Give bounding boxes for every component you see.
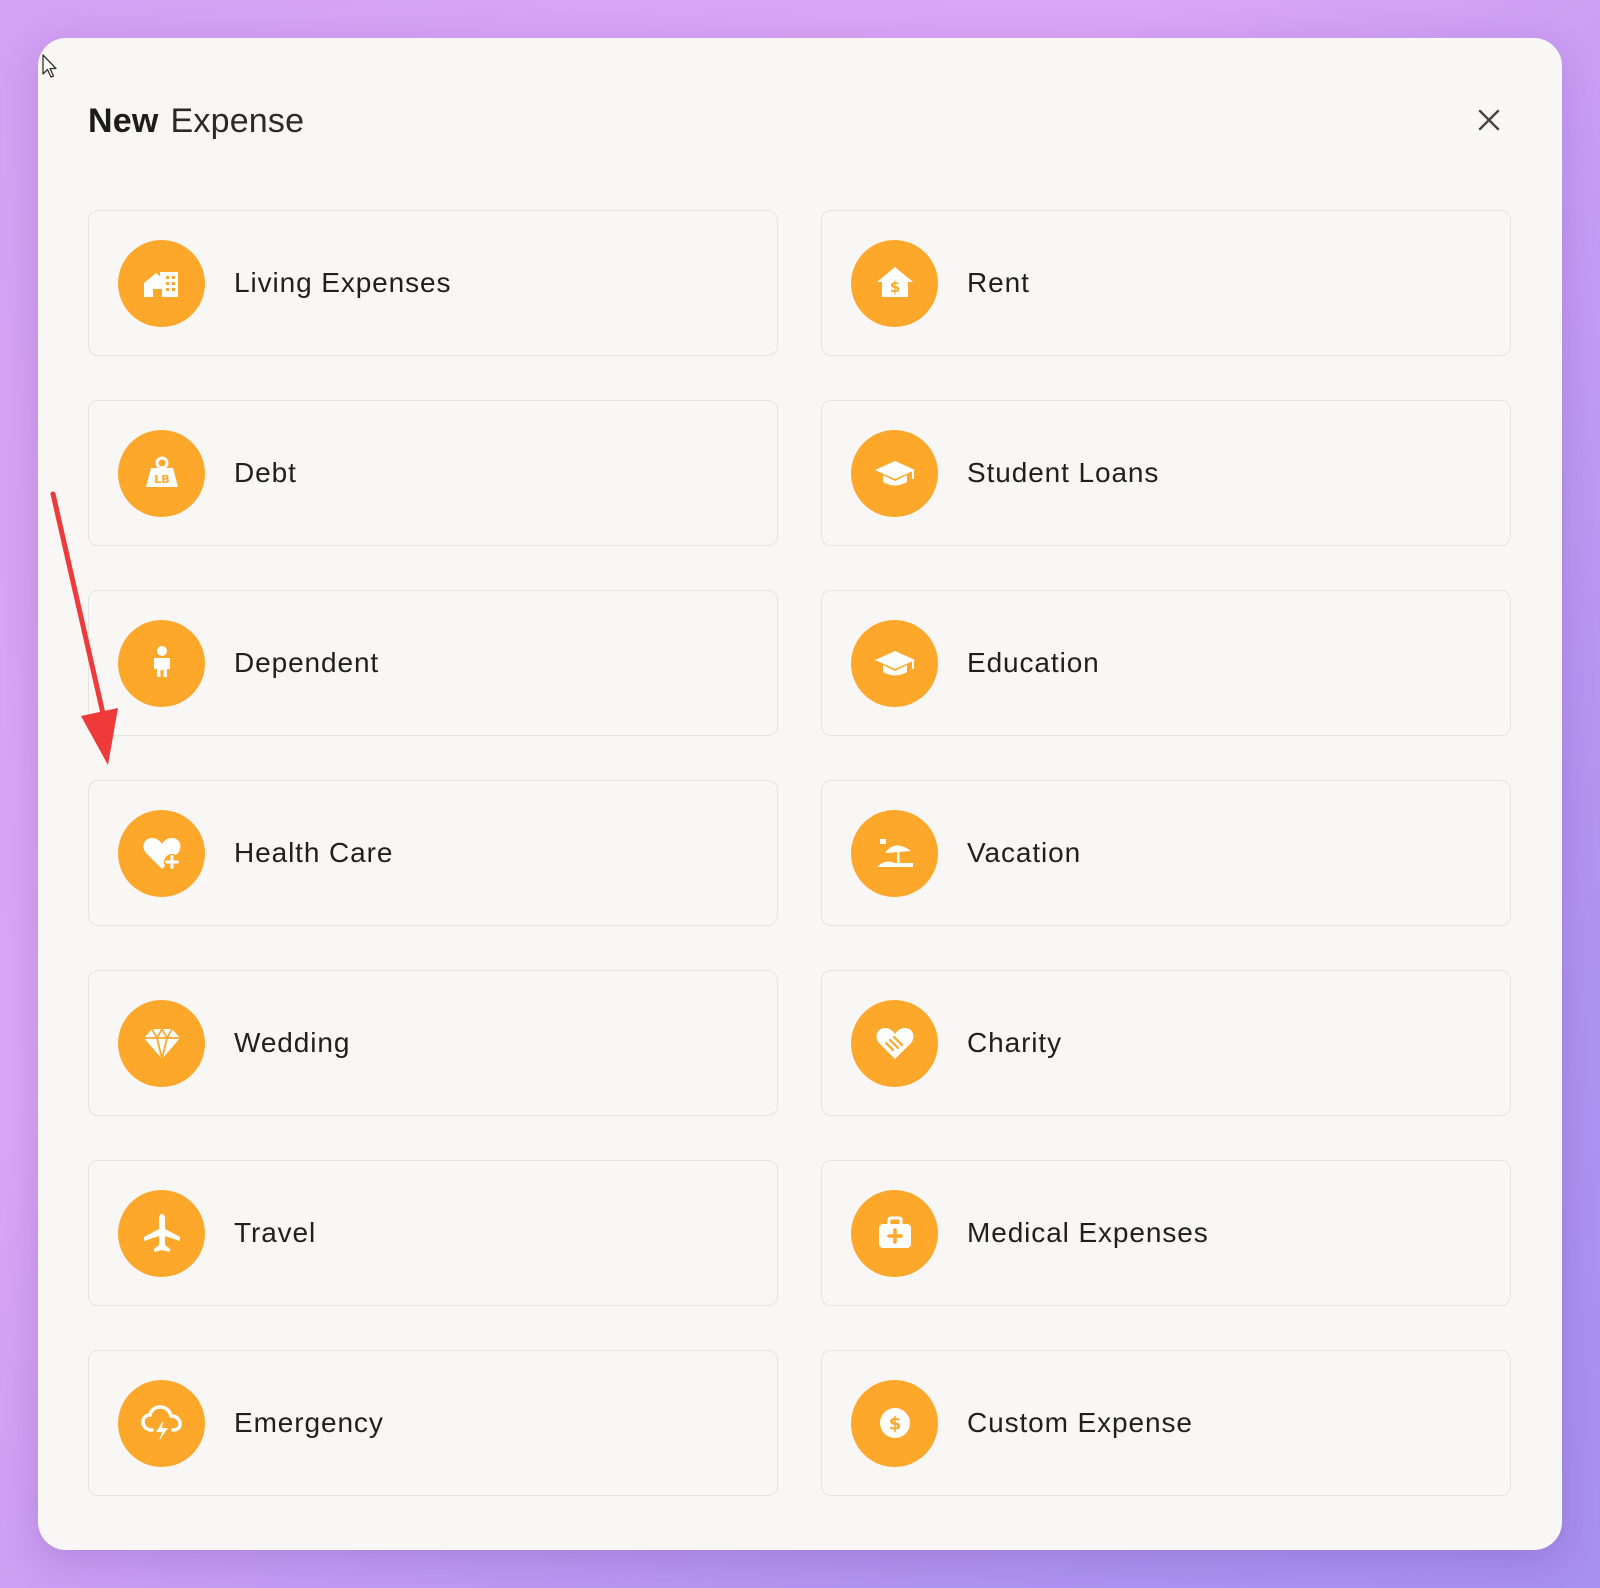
medical-expenses-icon-badge — [851, 1189, 938, 1277]
category-debt[interactable]: LB Debt — [88, 400, 778, 546]
category-wedding[interactable]: Wedding — [88, 970, 778, 1116]
graduation-cap-icon — [874, 461, 915, 486]
building-icon — [143, 272, 178, 297]
beach-umbrella-icon — [876, 839, 913, 867]
category-grid: Living Expenses $ Rent LB Debt Student L… — [88, 210, 1511, 1496]
category-travel[interactable]: Travel — [88, 1160, 778, 1306]
category-health-care[interactable]: Health Care — [88, 780, 778, 926]
category-label: Living Expenses — [234, 267, 452, 298]
travel-icon-badge — [118, 1189, 205, 1277]
heart-plus-icon — [143, 838, 180, 870]
dollar-circle-icon: $ — [879, 1408, 910, 1438]
category-label: Wedding — [234, 1027, 351, 1058]
dialog-title: New Expense — [88, 102, 304, 141]
weight-lb-icon: LB — [145, 456, 178, 487]
rent-icon-badge: $ — [851, 239, 938, 327]
category-label: Rent — [967, 267, 1030, 298]
education-icon-badge — [851, 619, 938, 707]
category-label: Custom Expense — [967, 1407, 1193, 1438]
graduation-cap-icon — [874, 651, 915, 676]
category-vacation[interactable]: Vacation — [821, 780, 1511, 926]
emergency-icon-badge — [118, 1379, 205, 1467]
close-icon — [1478, 109, 1500, 131]
category-label: Student Loans — [967, 457, 1160, 488]
heart-handshake-icon — [876, 1028, 913, 1059]
category-label: Emergency — [234, 1407, 384, 1438]
category-student-loans[interactable]: Student Loans — [821, 400, 1511, 546]
category-emergency[interactable]: Emergency — [88, 1350, 778, 1496]
dialog-header: New Expense — [88, 96, 1512, 146]
health-care-icon-badge — [118, 809, 205, 897]
medical-kit-icon — [878, 1216, 911, 1248]
category-medical-expenses[interactable]: Medical Expenses — [821, 1160, 1511, 1306]
house-dollar-icon: $ — [876, 267, 913, 297]
category-label: Charity — [967, 1027, 1062, 1058]
category-label: Travel — [234, 1217, 317, 1248]
category-label: Medical Expenses — [967, 1217, 1209, 1248]
diamond-icon — [143, 1028, 180, 1060]
airplane-icon — [143, 1214, 180, 1252]
svg-text:$: $ — [888, 1414, 901, 1435]
dialog-title-light: Expense — [170, 101, 305, 140]
category-label: Health Care — [234, 837, 394, 868]
vacation-icon-badge — [851, 809, 938, 897]
storm-cloud-icon — [140, 1405, 182, 1441]
charity-icon-badge — [851, 999, 938, 1087]
category-education[interactable]: Education — [821, 590, 1511, 736]
category-charity[interactable]: Charity — [821, 970, 1511, 1116]
category-label: Dependent — [234, 647, 380, 678]
debt-icon-badge: LB — [118, 429, 205, 517]
new-expense-dialog: New Expense Living Expenses $ Rent LB De… — [38, 38, 1562, 1550]
dependent-icon-badge — [118, 619, 205, 707]
child-icon — [153, 646, 170, 677]
custom-expense-icon-badge: $ — [851, 1379, 938, 1467]
category-custom-expense[interactable]: $ Custom Expense — [821, 1350, 1511, 1496]
wedding-icon-badge — [118, 999, 205, 1087]
student-loans-icon-badge — [851, 429, 938, 517]
category-living-expenses[interactable]: Living Expenses — [88, 210, 778, 356]
svg-text:LB: LB — [154, 473, 169, 486]
mouse-cursor-icon — [42, 54, 57, 78]
svg-text:$: $ — [889, 278, 899, 296]
dialog-title-bold: New — [88, 101, 159, 140]
category-dependent[interactable]: Dependent — [88, 590, 778, 736]
living-expenses-icon-badge — [118, 239, 205, 327]
category-label: Education — [967, 647, 1100, 678]
category-label: Debt — [234, 457, 297, 488]
close-button[interactable] — [1470, 101, 1508, 139]
category-label: Vacation — [967, 837, 1082, 868]
category-rent[interactable]: $ Rent — [821, 210, 1511, 356]
